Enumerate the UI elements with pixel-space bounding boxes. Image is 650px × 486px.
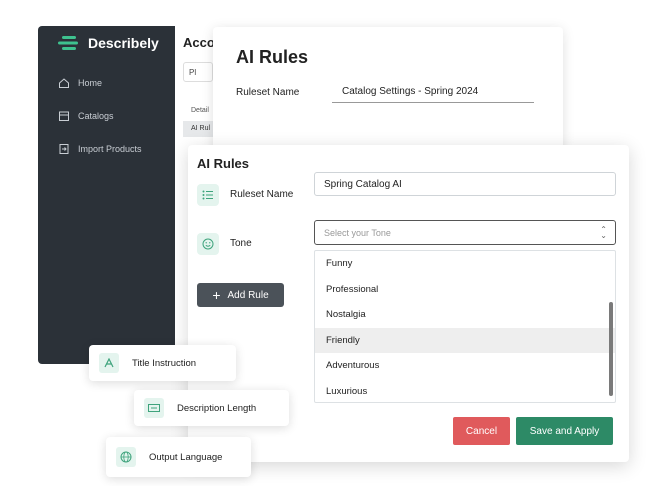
- sidebar-item-label: Catalogs: [78, 110, 114, 121]
- chevron-up-down-icon: ⌃ ⌄: [600, 225, 607, 240]
- sidebar-item-import-products[interactable]: Import Products: [58, 132, 142, 165]
- sidebar-item-home[interactable]: Home: [58, 66, 142, 99]
- back-ruleset-input[interactable]: [332, 81, 534, 103]
- back-ruleset-label: Ruleset Name: [236, 87, 300, 98]
- text-icon: [99, 353, 119, 373]
- tone-option[interactable]: Luxurious: [315, 379, 615, 403]
- globe-icon: [116, 447, 136, 467]
- chip-label: Description Length: [177, 402, 257, 414]
- account-chip-label: Pl: [189, 67, 197, 77]
- brand-name: Describely: [88, 35, 159, 51]
- smile-icon: [197, 233, 219, 255]
- import-icon: [59, 143, 69, 154]
- store-icon: [59, 111, 69, 121]
- brand-logo-icon: [58, 36, 78, 50]
- tone-option[interactable]: Nostalgia: [315, 302, 615, 328]
- tone-label: Tone: [230, 238, 252, 249]
- chip-title-instruction[interactable]: Title Instruction: [89, 345, 236, 381]
- plus-icon: +: [212, 287, 221, 303]
- tab-ai-rules[interactable]: AI Rul: [183, 121, 215, 137]
- tone-option[interactable]: Adventurous: [315, 353, 615, 379]
- tone-option-highlighted[interactable]: Friendly: [315, 327, 615, 353]
- tone-option[interactable]: Professional: [315, 277, 615, 303]
- brand-logo[interactable]: Describely: [56, 35, 159, 51]
- cancel-button[interactable]: Cancel: [453, 417, 510, 445]
- sidebar-item-label: Home: [78, 77, 103, 88]
- list-icon: [197, 184, 219, 206]
- tone-option[interactable]: Funny: [315, 251, 615, 277]
- ruleset-name-input[interactable]: [314, 172, 616, 196]
- back-card-title: AI Rules: [236, 47, 309, 67]
- length-icon: [144, 398, 164, 418]
- chip-description-length[interactable]: Description Length: [134, 390, 289, 426]
- tone-placeholder: Select your Tone: [324, 227, 391, 238]
- account-detail-label: Detail: [191, 107, 209, 114]
- sidebar-item-label: Import Products: [78, 143, 142, 154]
- home-icon: [59, 77, 69, 88]
- tone-dropdown: Funny Professional Nostalgia Friendly Ad…: [314, 250, 616, 403]
- chip-output-language[interactable]: Output Language: [106, 437, 251, 477]
- save-and-apply-button[interactable]: Save and Apply: [516, 417, 613, 445]
- card-title: AI Rules: [197, 156, 250, 171]
- ai-rules-back-card: AI Rules Ruleset Name: [213, 27, 563, 157]
- dropdown-scrollbar[interactable]: [609, 302, 613, 396]
- chip-label: Title Instruction: [132, 357, 197, 369]
- add-rule-label: Add Rule: [227, 289, 269, 301]
- ruleset-name-label: Ruleset Name: [230, 189, 294, 200]
- account-chip[interactable]: Pl: [183, 62, 213, 82]
- sidebar-nav: Home Catalogs Import Products: [58, 66, 142, 165]
- add-rule-button[interactable]: + Add Rule: [197, 283, 284, 307]
- tone-select[interactable]: Select your Tone ⌃ ⌄: [314, 220, 616, 245]
- chip-label: Output Language: [149, 451, 223, 463]
- sidebar-item-catalogs[interactable]: Catalogs: [58, 99, 142, 132]
